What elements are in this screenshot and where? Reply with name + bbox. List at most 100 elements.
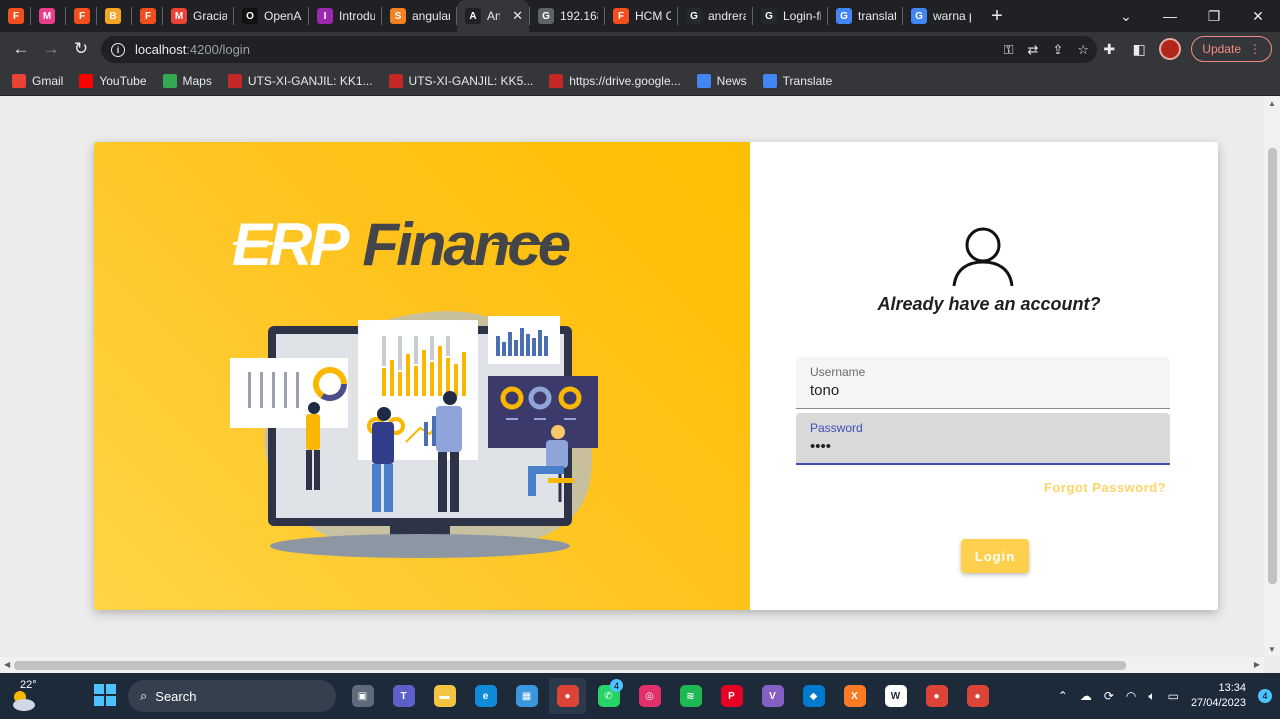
bookmark-item[interactable]: YouTube: [79, 73, 147, 88]
taskbar-apps: ▣ T ▬ e ▦ ● ✆ 4 ◎ ≋ P V ◆ X W ● ●: [344, 678, 996, 714]
share-icon[interactable]: ⇪: [1052, 42, 1063, 58]
browser-tab[interactable]: B: [97, 0, 131, 32]
browser-tab[interactable]: Gwarna p: [903, 0, 977, 32]
pinterest-icon: P: [720, 685, 743, 707]
bookmark-item[interactable]: https://drive.google...: [549, 73, 681, 88]
taskbar-app-task-view[interactable]: ▣: [344, 678, 381, 714]
weather-widget[interactable]: 22°: [8, 679, 44, 713]
onedrive-icon[interactable]: ☁: [1080, 689, 1092, 703]
chevron-up-icon[interactable]: ⌃: [1058, 689, 1068, 703]
profile-avatar[interactable]: [1159, 38, 1182, 60]
reload-button[interactable]: ↻: [66, 34, 96, 64]
bookmark-label: Maps: [182, 73, 212, 88]
scroll-left-arrow-icon[interactable]: ◀: [4, 660, 10, 669]
login-form-panel: Already have an account? Username Passwo…: [750, 142, 1218, 610]
browser-tab[interactable]: F: [0, 0, 30, 32]
browser-tab[interactable]: Gtranslat: [828, 0, 902, 32]
minimize-button[interactable]: —: [1148, 0, 1192, 32]
taskbar-app-chrome-profile-b[interactable]: ●: [959, 678, 996, 714]
bookmark-item[interactable]: Gmail: [12, 73, 63, 88]
username-field[interactable]: Username: [796, 357, 1170, 409]
taskbar-app-chrome[interactable]: ●: [549, 678, 586, 714]
taskbar-app-chrome-profile-a[interactable]: ●: [918, 678, 955, 714]
translate-icon[interactable]: ⇄: [1028, 42, 1039, 58]
sync-icon[interactable]: ⟳: [1104, 689, 1114, 703]
tab-favicon-icon: F: [8, 8, 24, 24]
scroll-up-arrow-icon[interactable]: ▲: [1268, 99, 1276, 108]
vertical-scroll-thumb[interactable]: [1268, 148, 1277, 584]
forgot-password-link[interactable]: Forgot Password?: [1044, 480, 1166, 495]
bookmark-item[interactable]: Maps: [162, 73, 212, 88]
taskbar-app-teams[interactable]: T: [385, 678, 422, 714]
bookmark-item[interactable]: UTS-XI-GANJIL: KK1...: [227, 73, 373, 88]
bookmark-item[interactable]: News: [696, 73, 747, 88]
extensions-icon[interactable]: ✚: [1099, 39, 1119, 59]
clock[interactable]: 13:34 27/04/2023: [1191, 681, 1246, 711]
browser-tab[interactable]: F: [132, 0, 162, 32]
key-icon[interactable]: ⚿: [1004, 42, 1014, 58]
taskbar-app-visual-studio[interactable]: V: [754, 678, 791, 714]
search-icon: ⌕: [140, 688, 148, 703]
username-input[interactable]: [810, 382, 1150, 399]
taskbar-app-file-explorer[interactable]: ▬: [426, 678, 463, 714]
taskbar-app-whatsapp[interactable]: ✆ 4: [590, 678, 627, 714]
horizontal-scroll-thumb[interactable]: [14, 661, 1126, 670]
scroll-down-arrow-icon[interactable]: ▼: [1268, 645, 1276, 654]
restore-button[interactable]: ❐: [1192, 0, 1236, 32]
browser-tab[interactable]: F: [66, 0, 96, 32]
notification-badge[interactable]: 4: [1258, 689, 1272, 703]
password-input[interactable]: ••••: [810, 438, 1150, 455]
taskbar-app-word[interactable]: W: [877, 678, 914, 714]
username-label: Username: [810, 365, 866, 379]
already-have-account-heading: Already have an account?: [877, 294, 1101, 314]
tab-search-icon[interactable]: ⌄: [1104, 0, 1148, 32]
browser-tab[interactable]: M Gracia F: [163, 0, 233, 32]
close-tab-icon[interactable]: ✕: [512, 8, 523, 24]
tab-title: OpenAI: [264, 9, 302, 23]
browser-tab[interactable]: I Introdu: [309, 0, 381, 32]
taskbar-app-instagram[interactable]: ◎: [631, 678, 668, 714]
back-button[interactable]: ←: [6, 34, 36, 64]
taskbar-app-vscode[interactable]: ◆: [795, 678, 832, 714]
password-field[interactable]: Password ••••: [796, 413, 1170, 465]
bookmark-item[interactable]: UTS-XI-GANJIL: KK5...: [388, 73, 533, 88]
login-button[interactable]: Login: [961, 539, 1029, 573]
browser-tab[interactable]: O OpenAI: [234, 0, 308, 32]
wifi-icon[interactable]: ◠: [1126, 689, 1136, 703]
chrome-profile-b-icon: ●: [966, 685, 989, 707]
start-button[interactable]: [94, 684, 116, 706]
taskbar-app-xampp[interactable]: X: [836, 678, 873, 714]
side-panel-icon[interactable]: ◧: [1129, 39, 1149, 59]
browser-tab[interactable]: Sangular: [382, 0, 456, 32]
taskbar-app-spotify[interactable]: ≋: [672, 678, 709, 714]
taskbar-app-edge[interactable]: e: [467, 678, 504, 714]
browser-tab[interactable]: F HCM C: [605, 0, 677, 32]
address-bar[interactable]: i localhost:4200/login ⚿ ⇄ ⇪ ☆: [101, 36, 1097, 63]
scroll-right-arrow-icon[interactable]: ▶: [1254, 660, 1260, 669]
horizontal-scrollbar[interactable]: ◀ ▶: [0, 657, 1264, 673]
forward-button[interactable]: →: [36, 34, 66, 64]
new-tab-button[interactable]: +: [983, 2, 1011, 30]
url-path: :4200/login: [186, 42, 250, 57]
browser-tab[interactable]: G Login-fi: [753, 0, 827, 32]
taskbar-app-store[interactable]: ▦: [508, 678, 545, 714]
browser-tab[interactable]: G 192.168: [530, 0, 604, 32]
update-button[interactable]: Update ⋮: [1191, 36, 1272, 62]
site-info-icon[interactable]: i: [111, 42, 125, 57]
bookmark-star-icon[interactable]: ☆: [1077, 42, 1089, 58]
taskbar-search[interactable]: ⌕ Search: [128, 680, 336, 712]
close-window-button[interactable]: ✕: [1236, 0, 1280, 32]
tab-title: warna p: [933, 9, 971, 23]
volume-icon[interactable]: 🔈︎: [1148, 689, 1155, 704]
taskbar-app-pinterest[interactable]: P: [713, 678, 750, 714]
vertical-scrollbar[interactable]: ▲ ▼: [1264, 96, 1280, 657]
tab-favicon-icon: F: [613, 8, 629, 24]
browser-tab[interactable]: A And ✕: [457, 0, 529, 32]
tab-favicon-icon: A: [465, 8, 481, 24]
browser-tab[interactable]: Gandrera: [678, 0, 752, 32]
battery-icon[interactable]: ▭: [1168, 689, 1179, 703]
tab-favicon-icon: F: [140, 8, 156, 24]
tab-favicon-icon: G: [538, 8, 554, 24]
bookmark-item[interactable]: Translate: [762, 73, 832, 88]
browser-tab[interactable]: M: [31, 0, 65, 32]
